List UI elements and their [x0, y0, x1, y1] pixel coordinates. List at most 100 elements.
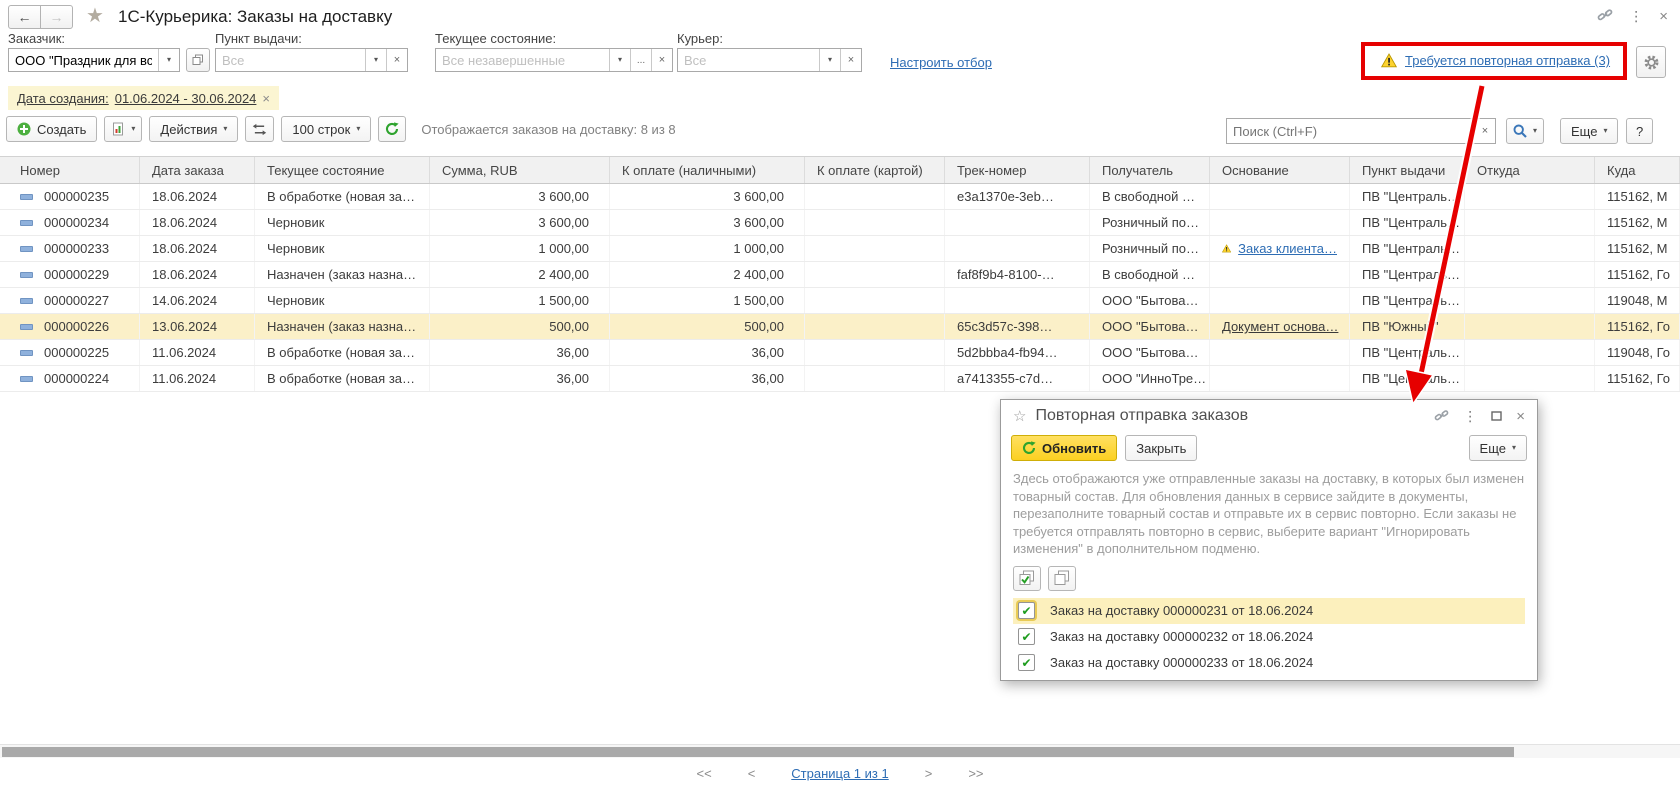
- column-header-pickup[interactable]: Пункт выдачи: [1350, 157, 1465, 183]
- column-header-number[interactable]: Номер: [0, 157, 140, 183]
- dialog-order-item[interactable]: ✔Заказ на доставку 000000231 от 18.06.20…: [1013, 598, 1525, 624]
- table-row-000000233[interactable]: 00000023318.06.2024Черновик1 000,001 000…: [0, 236, 1680, 262]
- basis-link[interactable]: Документ основа…: [1222, 319, 1338, 334]
- checkbox-checked-icon[interactable]: ✔: [1018, 628, 1035, 645]
- horizontal-scrollbar-thumb[interactable]: [2, 747, 1514, 757]
- courier-clear-icon[interactable]: ×: [840, 49, 861, 71]
- settings-gear-button[interactable]: [1636, 46, 1666, 78]
- favorite-star-icon[interactable]: ★: [86, 3, 104, 28]
- table-row-000000226[interactable]: 00000022613.06.2024Назначен (заказ назна…: [0, 314, 1680, 340]
- search-input[interactable]: [1227, 119, 1475, 143]
- report-button[interactable]: ▾: [104, 116, 142, 142]
- search-button[interactable]: ▾: [1506, 118, 1544, 144]
- dialog-order-item[interactable]: ✔Заказ на доставку 000000233 от 18.06.20…: [1013, 650, 1525, 676]
- column-header-to[interactable]: Куда: [1595, 157, 1680, 183]
- cell-basis: [1210, 210, 1350, 235]
- get-link-icon[interactable]: [1597, 8, 1613, 24]
- clear-selection-button[interactable]: [1048, 566, 1076, 591]
- date-filter-value[interactable]: 01.06.2024 - 30.06.2024: [115, 91, 257, 106]
- first-page-button[interactable]: <<: [697, 766, 712, 781]
- back-button[interactable]: ←: [8, 5, 41, 29]
- pickup-dropdown-icon[interactable]: ▾: [365, 49, 386, 71]
- window-actions: ⋮ ×: [1597, 8, 1668, 24]
- cell-basis: [1210, 366, 1350, 391]
- column-header-state[interactable]: Текущее состояние: [255, 157, 430, 183]
- cell-cash: 1 500,00: [610, 288, 805, 313]
- order-number: 000000224: [44, 371, 109, 386]
- search-clear-icon[interactable]: ×: [1475, 119, 1495, 143]
- cell-sum: 36,00: [430, 340, 610, 365]
- prev-page-button[interactable]: <: [748, 766, 756, 781]
- table-row-000000227[interactable]: 00000022714.06.2024Черновик1 500,001 500…: [0, 288, 1680, 314]
- order-number: 000000226: [44, 319, 109, 334]
- order-number: 000000235: [44, 189, 109, 204]
- document-status-icon: [20, 194, 33, 200]
- column-header-sum[interactable]: Сумма, RUB: [430, 157, 610, 183]
- basis-link[interactable]: Заказ клиента…: [1238, 241, 1337, 256]
- cell-pickup: ПВ "Централь…: [1350, 340, 1465, 365]
- chevron-down-icon: ▾: [131, 125, 135, 133]
- last-page-button[interactable]: >>: [968, 766, 983, 781]
- dialog-favorite-star-icon[interactable]: ☆: [1013, 407, 1026, 425]
- column-header-card[interactable]: К оплате (картой): [805, 157, 945, 183]
- state-clear-icon[interactable]: ×: [651, 49, 672, 71]
- state-ellipsis-icon[interactable]: ...: [630, 49, 651, 71]
- rows-per-page-button[interactable]: 100 строк ▾: [281, 116, 371, 142]
- chevron-down-icon: ▾: [1603, 127, 1607, 135]
- dialog-order-item[interactable]: ✔Заказ на доставку 000000232 от 18.06.20…: [1013, 624, 1525, 650]
- configure-filter-link[interactable]: Настроить отбор: [890, 55, 992, 70]
- refresh-button[interactable]: [378, 116, 406, 142]
- column-header-recipient[interactable]: Получатель: [1090, 157, 1210, 183]
- table-row-000000234[interactable]: 00000023418.06.2024Черновик3 600,003 600…: [0, 210, 1680, 236]
- column-header-from[interactable]: Откуда: [1465, 157, 1595, 183]
- horizontal-scrollbar[interactable]: [0, 744, 1680, 758]
- cell-date: 18.06.2024: [140, 236, 255, 261]
- next-page-button[interactable]: >: [925, 766, 933, 781]
- customer-open-button[interactable]: [186, 48, 210, 72]
- dialog-get-link-icon[interactable]: [1434, 409, 1449, 424]
- column-header-track[interactable]: Трек-номер: [945, 157, 1090, 183]
- actions-button[interactable]: Действия ▾: [149, 116, 238, 142]
- window-close-icon[interactable]: ×: [1659, 9, 1668, 24]
- table-row-000000225[interactable]: 00000022511.06.2024В обработке (новая за…: [0, 340, 1680, 366]
- reorder-button[interactable]: [245, 116, 274, 142]
- state-dropdown-icon[interactable]: ▾: [609, 49, 630, 71]
- forward-button[interactable]: →: [40, 5, 73, 29]
- courier-dropdown-icon[interactable]: ▾: [819, 49, 840, 71]
- more-button[interactable]: Еще ▾: [1560, 118, 1618, 144]
- customer-input[interactable]: [9, 49, 158, 71]
- date-filter-remove-icon[interactable]: ×: [262, 91, 270, 106]
- cell-card: [805, 288, 945, 313]
- column-header-date[interactable]: Дата заказа: [140, 157, 255, 183]
- cell-card: [805, 210, 945, 235]
- checkbox-checked-icon[interactable]: ✔: [1018, 654, 1035, 671]
- dialog-kebab-menu-icon[interactable]: ⋮: [1463, 409, 1477, 423]
- date-filter-label[interactable]: Дата создания:: [17, 91, 109, 106]
- dialog-refresh-button[interactable]: Обновить: [1011, 435, 1117, 461]
- table-row-000000229[interactable]: 00000022918.06.2024Назначен (заказ назна…: [0, 262, 1680, 288]
- dialog-more-button[interactable]: Еще ▾: [1469, 435, 1527, 461]
- table-row-000000224[interactable]: 00000022411.06.2024В обработке (новая за…: [0, 366, 1680, 392]
- create-button[interactable]: Создать: [6, 116, 97, 142]
- column-header-basis[interactable]: Основание: [1210, 157, 1350, 183]
- kebab-menu-icon[interactable]: ⋮: [1629, 9, 1643, 23]
- pickup-clear-icon[interactable]: ×: [386, 49, 407, 71]
- cell-number: 000000235: [0, 184, 140, 209]
- cell-recipient: Розничный по…: [1090, 236, 1210, 261]
- pickup-input[interactable]: [216, 49, 365, 71]
- dialog-close-button[interactable]: Закрыть: [1125, 435, 1197, 461]
- checkbox-checked-icon[interactable]: ✔: [1018, 602, 1035, 619]
- dialog-maximize-icon[interactable]: [1491, 410, 1502, 423]
- column-header-cash[interactable]: К оплате (наличными): [610, 157, 805, 183]
- state-input[interactable]: [436, 49, 609, 71]
- courier-input[interactable]: [678, 49, 819, 71]
- dialog-close-icon[interactable]: ×: [1516, 409, 1525, 424]
- select-all-button[interactable]: [1013, 566, 1041, 591]
- resend-required-link[interactable]: Требуется повторная отправка (3): [1405, 53, 1610, 68]
- help-button[interactable]: ?: [1626, 118, 1653, 144]
- refresh-icon: [385, 122, 399, 136]
- cell-pickup: ПВ "Централь…: [1350, 184, 1465, 209]
- page-indicator-link[interactable]: Страница 1 из 1: [791, 766, 888, 781]
- customer-dropdown-icon[interactable]: ▾: [158, 49, 179, 71]
- table-row-000000235[interactable]: 00000023518.06.2024В обработке (новая за…: [0, 184, 1680, 210]
